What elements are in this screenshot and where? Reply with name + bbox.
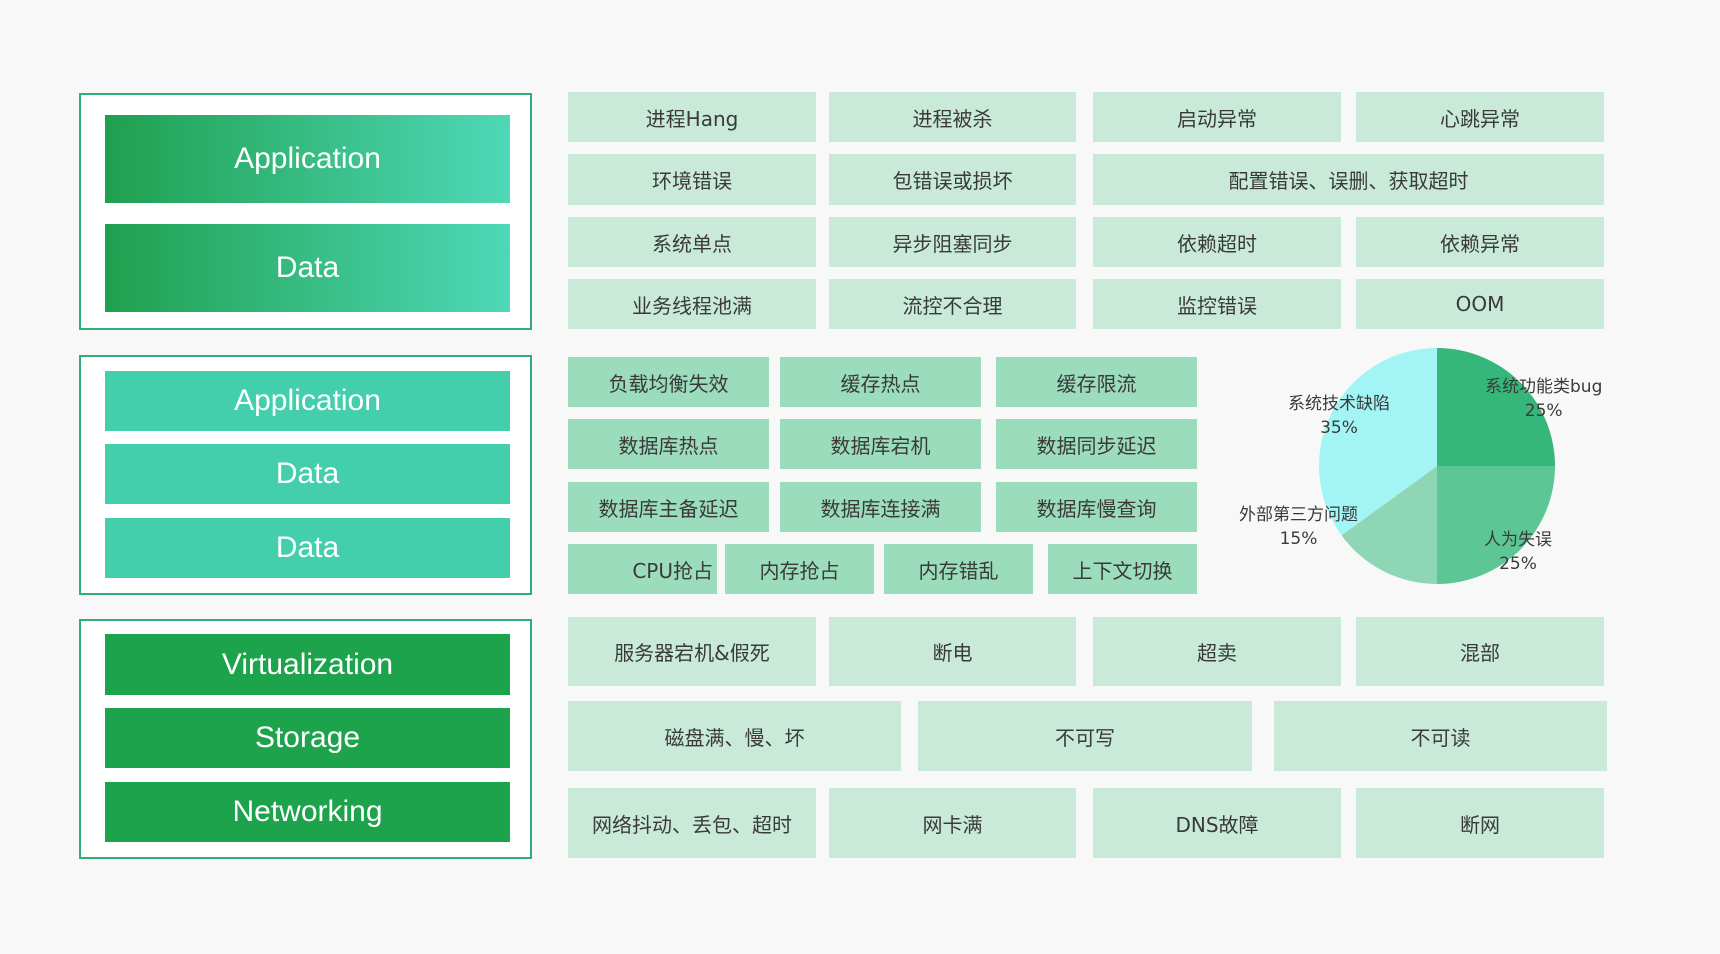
fault-cell: 业务线程池满 [568,279,816,329]
middleware-layer-group: Application Data Data [79,355,532,595]
fault-cell: CPU抢占 [568,544,717,594]
fault-cell: DNS故障 [1093,788,1341,858]
fault-cell: 数据库主备延迟 [568,482,769,532]
fault-cell: 不可读 [1274,701,1607,771]
slice-label: 系统技术缺陷 [1288,394,1390,414]
fault-cell: 数据库热点 [568,419,769,469]
slice-label: 系统功能类bug [1485,377,1603,397]
data-layer: Data [105,518,510,578]
fault-cell: 启动异常 [1093,92,1341,142]
fault-cell: 数据库宕机 [780,419,981,469]
fault-cell: 断网 [1356,788,1604,858]
fault-cell: 系统单点 [568,217,816,267]
fault-cell: 不可写 [918,701,1252,771]
fault-cell: 数据同步延迟 [996,419,1197,469]
data-layer: Data [105,224,510,312]
fault-cell: OOM [1356,279,1604,329]
fault-cell: 异步阻塞同步 [829,217,1076,267]
application-layer-group: Application Data [79,93,532,330]
slice-pct: 25% [1499,554,1537,574]
storage-layer: Storage [105,708,510,768]
pie-label-tech-defect: 系统技术缺陷 35% [1288,392,1390,440]
fault-cell: 磁盘满、慢、坏 [568,701,901,771]
fault-cell: 进程Hang [568,92,816,142]
fault-cell: 监控错误 [1093,279,1341,329]
pie-label-system-bug: 系统功能类bug 25% [1485,375,1602,423]
virtualization-layer: Virtualization [105,634,510,695]
fault-cell: 数据库慢查询 [996,482,1197,532]
fault-cell: 负载均衡失效 [568,357,769,407]
pie-label-human-error: 人为失误 25% [1484,528,1552,576]
slice-pct: 15% [1279,529,1318,549]
fault-cell: 环境错误 [568,154,816,205]
fault-cell: 数据库连接满 [780,482,981,532]
fault-cell: 流控不合理 [829,279,1076,329]
application-layer: Application [105,371,510,431]
fault-cell: 配置错误、误删、获取超时 [1093,154,1604,205]
fault-cell: 心跳异常 [1356,92,1604,142]
slice-pct: 35% [1320,418,1358,438]
application-layer: Application [105,115,510,203]
fault-cell: 超卖 [1093,617,1341,686]
fault-cell: 缓存限流 [996,357,1197,407]
fault-cell: 网卡满 [829,788,1076,858]
fault-cell: 混部 [1356,617,1604,686]
fault-cell: 包错误或损坏 [829,154,1076,205]
fault-cell: 网络抖动、丢包、超时 [568,788,816,858]
fault-cell: 依赖超时 [1093,217,1341,267]
fault-cell: 内存错乱 [884,544,1033,594]
fault-cell: 进程被杀 [829,92,1076,142]
fault-cell: 内存抢占 [725,544,874,594]
fault-cell: 依赖异常 [1356,217,1604,267]
networking-layer: Networking [105,782,510,842]
fault-cell: 缓存热点 [780,357,981,407]
data-layer: Data [105,444,510,504]
pie-label-third-party: 外部第三方问题 15% [1239,503,1358,551]
slice-pct: 25% [1524,401,1563,421]
fault-cause-pie-chart: 系统功能类bug 25% 人为失误 25% 外部第三方问题 15% 系统技术缺陷… [1230,340,1650,600]
slice-label: 外部第三方问题 [1239,505,1358,525]
fault-cell: 服务器宕机&假死 [568,617,816,686]
infrastructure-layer-group: Virtualization Storage Networking [79,619,532,859]
slice-label: 人为失误 [1484,530,1552,550]
fault-cell: 上下文切换 [1048,544,1197,594]
fault-cell: 断电 [829,617,1076,686]
